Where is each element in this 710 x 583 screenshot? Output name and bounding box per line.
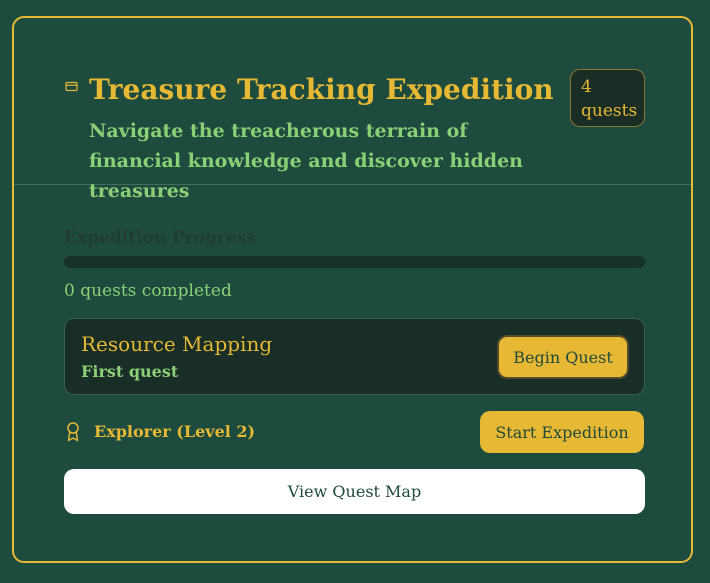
quest-card: Resource Mapping First quest Begin Quest: [64, 318, 645, 395]
progress-status: 0 quests completed: [64, 281, 232, 301]
quest-count-unit: quests: [581, 101, 638, 121]
card-header: Treasure Tracking Expedition Navigate th…: [14, 18, 691, 202]
progress-label: Expedition Progress: [64, 228, 256, 248]
rank-label: Explorer (Level 2): [94, 422, 256, 441]
page-subtitle: Navigate the treacherous terrain of fina…: [89, 120, 523, 202]
view-quest-map-button[interactable]: View Quest Map: [64, 469, 645, 514]
progress-bar: [64, 256, 645, 268]
page-title: Treasure Tracking Expedition: [89, 73, 554, 106]
award-icon: [67, 422, 79, 442]
quest-name: Resource Mapping: [81, 332, 273, 356]
expedition-card: Treasure Tracking Expedition Navigate th…: [12, 16, 693, 563]
card-icon: [65, 81, 78, 92]
quest-count-badge: 4 quests: [570, 69, 645, 127]
quest-count-number: 4: [581, 77, 592, 97]
begin-quest-button[interactable]: Begin Quest: [497, 335, 629, 379]
start-expedition-button[interactable]: Start Expedition: [480, 411, 644, 453]
quest-subtitle: First quest: [81, 362, 179, 381]
